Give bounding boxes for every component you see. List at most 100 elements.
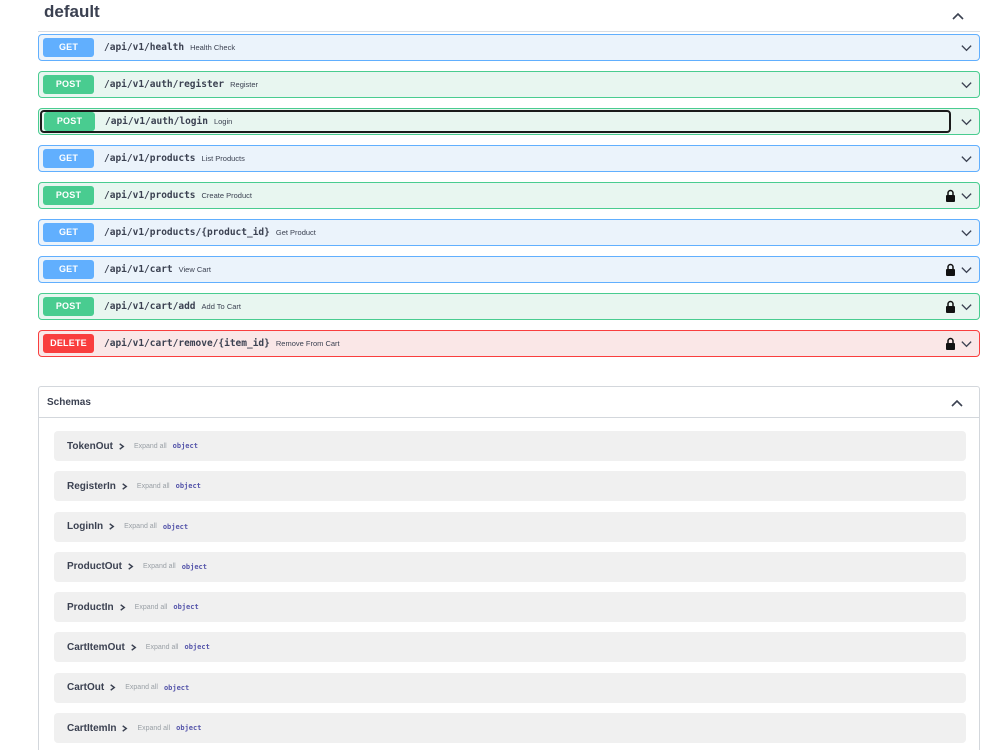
lock-icon[interactable] [945, 337, 956, 350]
method-badge-post: POST [43, 75, 94, 94]
model-token-out[interactable]: TokenOut Expand all object [54, 431, 966, 461]
chevron-right-icon[interactable] [120, 724, 129, 733]
method-badge-get: GET [43, 260, 94, 279]
chevron-up-icon[interactable] [948, 6, 968, 26]
operation-path: /api/v1/cart/add [104, 301, 196, 312]
operation-summary[interactable]: POST /api/v1/cart/add Add To Cart [39, 294, 951, 319]
operation-post-auth-login[interactable]: POST /api/v1/auth/login Login [38, 108, 980, 135]
model-name[interactable]: RegisterIn [67, 481, 116, 492]
expand-all-link[interactable]: Expand all [137, 483, 170, 490]
expand-all-link[interactable]: Expand all [143, 563, 176, 570]
operation-post-auth-register[interactable]: POST /api/v1/auth/register Register [38, 71, 980, 98]
model-name[interactable]: CartItemOut [67, 642, 125, 653]
operation-summary[interactable]: POST /api/v1/products Create Product [39, 183, 951, 208]
expand-all-link[interactable]: Expand all [124, 523, 157, 530]
chevron-up-icon[interactable] [947, 393, 967, 413]
operation-get-product-by-id[interactable]: GET /api/v1/products/{product_id} Get Pr… [38, 219, 980, 246]
model-type: object [172, 442, 198, 450]
operation-path: /api/v1/products [104, 153, 196, 164]
model-type: object [162, 522, 189, 531]
operation-path: /api/v1/products [104, 190, 196, 201]
operation-summary[interactable]: GET /api/v1/cart View Cart [39, 257, 951, 282]
chevron-down-icon[interactable] [960, 115, 973, 128]
model-product-out[interactable]: ProductOut Expand all object [54, 551, 966, 582]
expand-all-link[interactable]: Expand all [146, 644, 179, 651]
model-name[interactable]: CartItemIn [67, 723, 116, 734]
chevron-down-icon[interactable] [960, 78, 973, 91]
expand-all-link[interactable]: Expand all [135, 604, 168, 611]
operation-path: /api/v1/cart/remove/{item_id} [104, 338, 270, 349]
model-name[interactable]: ProductIn [67, 602, 114, 613]
chevron-right-icon[interactable] [129, 643, 138, 652]
model-type: object [175, 482, 201, 491]
operation-summary[interactable]: GET /api/v1/products/{product_id} Get Pr… [39, 220, 951, 245]
operation-path: /api/v1/cart [104, 264, 173, 275]
operation-summary-text: Remove From Cart [275, 339, 340, 348]
operation-summary[interactable]: POST /api/v1/auth/register Register [39, 72, 951, 97]
chevron-down-icon[interactable] [960, 152, 973, 165]
method-badge-post: POST [43, 186, 94, 205]
expand-all-link[interactable]: Expand all [137, 725, 170, 732]
model-cart-item-in[interactable]: CartItemIn Expand all object [54, 713, 966, 744]
expand-all-link[interactable]: Expand all [134, 443, 167, 450]
chevron-right-icon[interactable] [117, 442, 126, 451]
model-type: object [163, 683, 190, 692]
chevron-right-icon[interactable] [107, 522, 116, 531]
tag-header-default[interactable]: default [38, 0, 980, 32]
lock-icon[interactable] [945, 263, 956, 276]
operation-delete-cart-remove[interactable]: DELETE /api/v1/cart/remove/{item_id} Rem… [38, 330, 980, 357]
operation-summary[interactable]: DELETE /api/v1/cart/remove/{item_id} Rem… [39, 331, 951, 356]
operation-get-health[interactable]: GET /api/v1/health Health Check [38, 34, 980, 61]
expand-all-link[interactable]: Expand all [125, 684, 158, 691]
operation-post-products[interactable]: POST /api/v1/products Create Product [38, 182, 980, 209]
method-badge-get: GET [43, 38, 94, 57]
model-cart-out[interactable]: CartOut Expand all object [54, 672, 966, 703]
model-name[interactable]: LoginIn [67, 521, 103, 532]
chevron-down-icon[interactable] [960, 263, 973, 276]
operation-summary-text: Get Product [275, 228, 316, 237]
chevron-down-icon[interactable] [960, 41, 973, 54]
operation-path: /api/v1/auth/login [105, 116, 208, 127]
model-name[interactable]: ProductOut [67, 561, 122, 572]
model-type: object [184, 643, 210, 652]
chevron-right-icon[interactable] [120, 482, 129, 491]
method-badge-post: POST [43, 297, 94, 316]
schemas-title: Schemas [47, 396, 91, 408]
method-badge-delete: DELETE [43, 334, 94, 353]
method-badge-get: GET [43, 149, 94, 168]
model-login-in[interactable]: LoginIn Expand all object [54, 511, 966, 542]
model-list: TokenOut Expand all object RegisterIn Ex… [54, 431, 966, 750]
operation-get-cart[interactable]: GET /api/v1/cart View Cart [38, 256, 980, 283]
method-badge-get: GET [43, 223, 94, 242]
operation-summary-text: List Products [201, 154, 245, 163]
lock-icon[interactable] [945, 189, 956, 202]
chevron-down-icon[interactable] [960, 300, 973, 313]
lock-icon[interactable] [945, 300, 956, 313]
model-type: object [173, 603, 199, 612]
tag-title: default [44, 2, 100, 21]
operations-list: GET /api/v1/health Health Check POST /ap… [38, 34, 980, 367]
chevron-down-icon[interactable] [960, 337, 973, 350]
operation-summary[interactable]: GET /api/v1/health Health Check [39, 35, 951, 60]
method-badge-post: POST [44, 112, 95, 131]
model-register-in[interactable]: RegisterIn Expand all object [54, 471, 966, 502]
operation-summary[interactable]: POST /api/v1/auth/login Login [40, 110, 951, 133]
chevron-right-icon[interactable] [118, 603, 127, 612]
chevron-down-icon[interactable] [960, 226, 973, 239]
chevron-down-icon[interactable] [960, 189, 973, 202]
model-product-in[interactable]: ProductIn Expand all object [54, 592, 966, 623]
schemas-header[interactable]: Schemas [39, 387, 979, 418]
model-name[interactable]: TokenOut [67, 441, 113, 452]
model-name[interactable]: CartOut [67, 682, 104, 693]
operation-post-cart-add[interactable]: POST /api/v1/cart/add Add To Cart [38, 293, 980, 320]
model-cart-item-out[interactable]: CartItemOut Expand all object [54, 632, 966, 663]
chevron-right-icon[interactable] [126, 562, 135, 571]
chevron-right-icon[interactable] [108, 683, 117, 692]
operation-get-products[interactable]: GET /api/v1/products List Products [38, 145, 980, 172]
operation-path: /api/v1/health [104, 42, 185, 53]
model-type: object [176, 724, 202, 733]
operation-summary[interactable]: GET /api/v1/products List Products [39, 146, 951, 171]
operation-summary-text: Register [230, 80, 259, 89]
operation-summary-text: View Cart [178, 265, 212, 274]
schemas-section: Schemas TokenOut Expand all object Regis… [38, 386, 980, 750]
